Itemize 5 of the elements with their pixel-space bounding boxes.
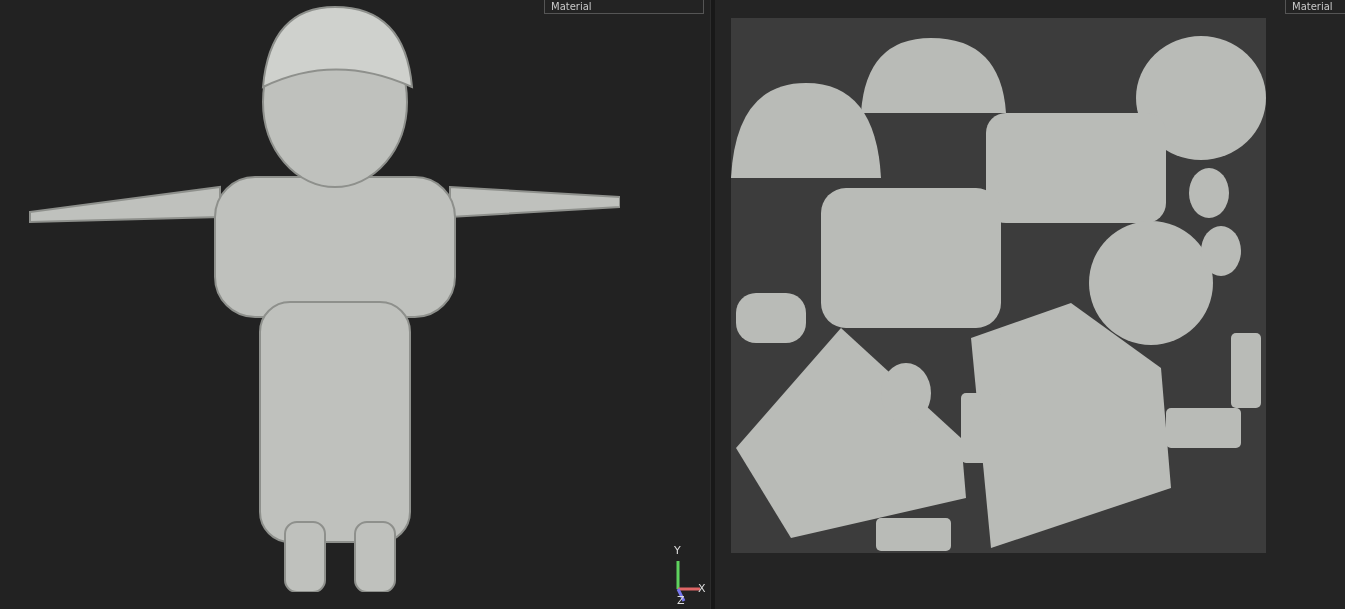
axis-label: Y <box>674 545 681 557</box>
material-dropdown[interactable]: Material <box>544 0 704 14</box>
axis-label: Z <box>677 595 685 607</box>
material-dropdown[interactable]: Material <box>1285 0 1345 14</box>
axis-label: X <box>698 583 706 595</box>
